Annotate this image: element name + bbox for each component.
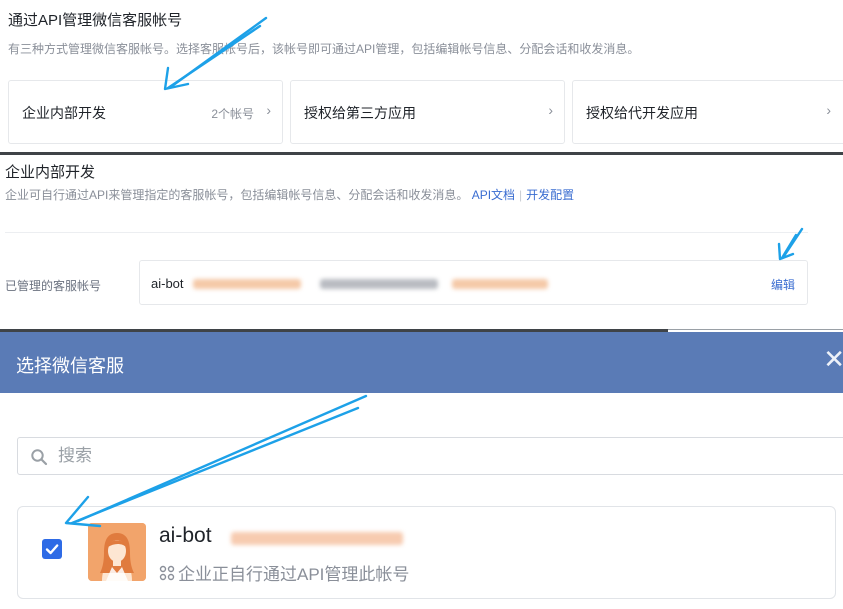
redacted-account-info (320, 279, 438, 289)
account-subtitle-text: 企业正自行通过API管理此帐号 (178, 565, 410, 584)
apps-grid-icon (159, 565, 175, 581)
panel-title: 企业内部开发 (5, 164, 96, 181)
chevron-right-icon: › (826, 102, 831, 118)
search-icon (31, 449, 48, 466)
screenshot-divider (668, 329, 843, 330)
dev-config-link[interactable]: 开发配置 (526, 188, 574, 202)
card-agent-dev-app[interactable]: 授权给代开发应用 › (572, 80, 843, 144)
card-label: 授权给代开发应用 (586, 105, 698, 121)
redacted-account-info (193, 279, 301, 289)
api-doc-link[interactable]: API文档 (472, 188, 515, 202)
dialog-title: 选择微信客服 (16, 356, 124, 376)
link-separator: | (519, 188, 523, 202)
card-internal-development[interactable]: 企业内部开发 2个帐号 › (8, 80, 283, 144)
chevron-right-icon: › (266, 102, 271, 118)
section-description: 有三种方式管理微信客服帐号。选择客服帐号后，该帐号即可通过API管理，包括编辑帐… (8, 42, 640, 56)
redacted-account-info (452, 279, 548, 289)
close-icon[interactable]: ✕ (823, 346, 843, 372)
card-label: 授权给第三方应用 (304, 105, 416, 121)
customer-service-account-item[interactable]: ai-bot 企业正自行通过API管理此帐号 (17, 506, 836, 599)
account-name: ai-bot (159, 524, 212, 547)
account-subtitle: 企业正自行通过API管理此帐号 (159, 560, 409, 585)
internal-development-panel: 企业内部开发 企业可自行通过API来管理指定的客服帐号，包括编辑帐号信息、分配会… (0, 155, 843, 330)
chevron-right-icon: › (548, 102, 553, 118)
section-title: 通过API管理微信客服帐号 (8, 12, 183, 29)
dialog-header: 选择微信客服 ✕ (0, 332, 843, 393)
checkbox-checked-icon[interactable] (42, 539, 62, 559)
api-management-section: 通过API管理微信客服帐号 有三种方式管理微信客服帐号。选择客服帐号后，该帐号即… (0, 0, 843, 153)
card-third-party-app[interactable]: 授权给第三方应用 › (290, 80, 565, 144)
panel-description: 企业可自行通过API来管理指定的客服帐号，包括编辑帐号信息、分配会话和收发消息。… (5, 186, 574, 203)
card-label: 企业内部开发 (22, 105, 106, 121)
search-box[interactable] (17, 437, 843, 475)
search-input[interactable] (56, 445, 760, 467)
managed-accounts-box: ai-bot 编辑 (139, 260, 808, 305)
edit-button[interactable]: 编辑 (771, 276, 795, 293)
managed-accounts-label: 已管理的客服帐号 (5, 279, 102, 293)
managed-account-name: ai-bot (151, 276, 184, 291)
avatar-icon (88, 523, 146, 581)
divider (5, 232, 808, 233)
account-count: 2个帐号 (211, 107, 254, 121)
redacted-account-info (231, 532, 403, 545)
description-text: 企业可自行通过API来管理指定的客服帐号，包括编辑帐号信息、分配会话和收发消息。 (5, 188, 469, 202)
